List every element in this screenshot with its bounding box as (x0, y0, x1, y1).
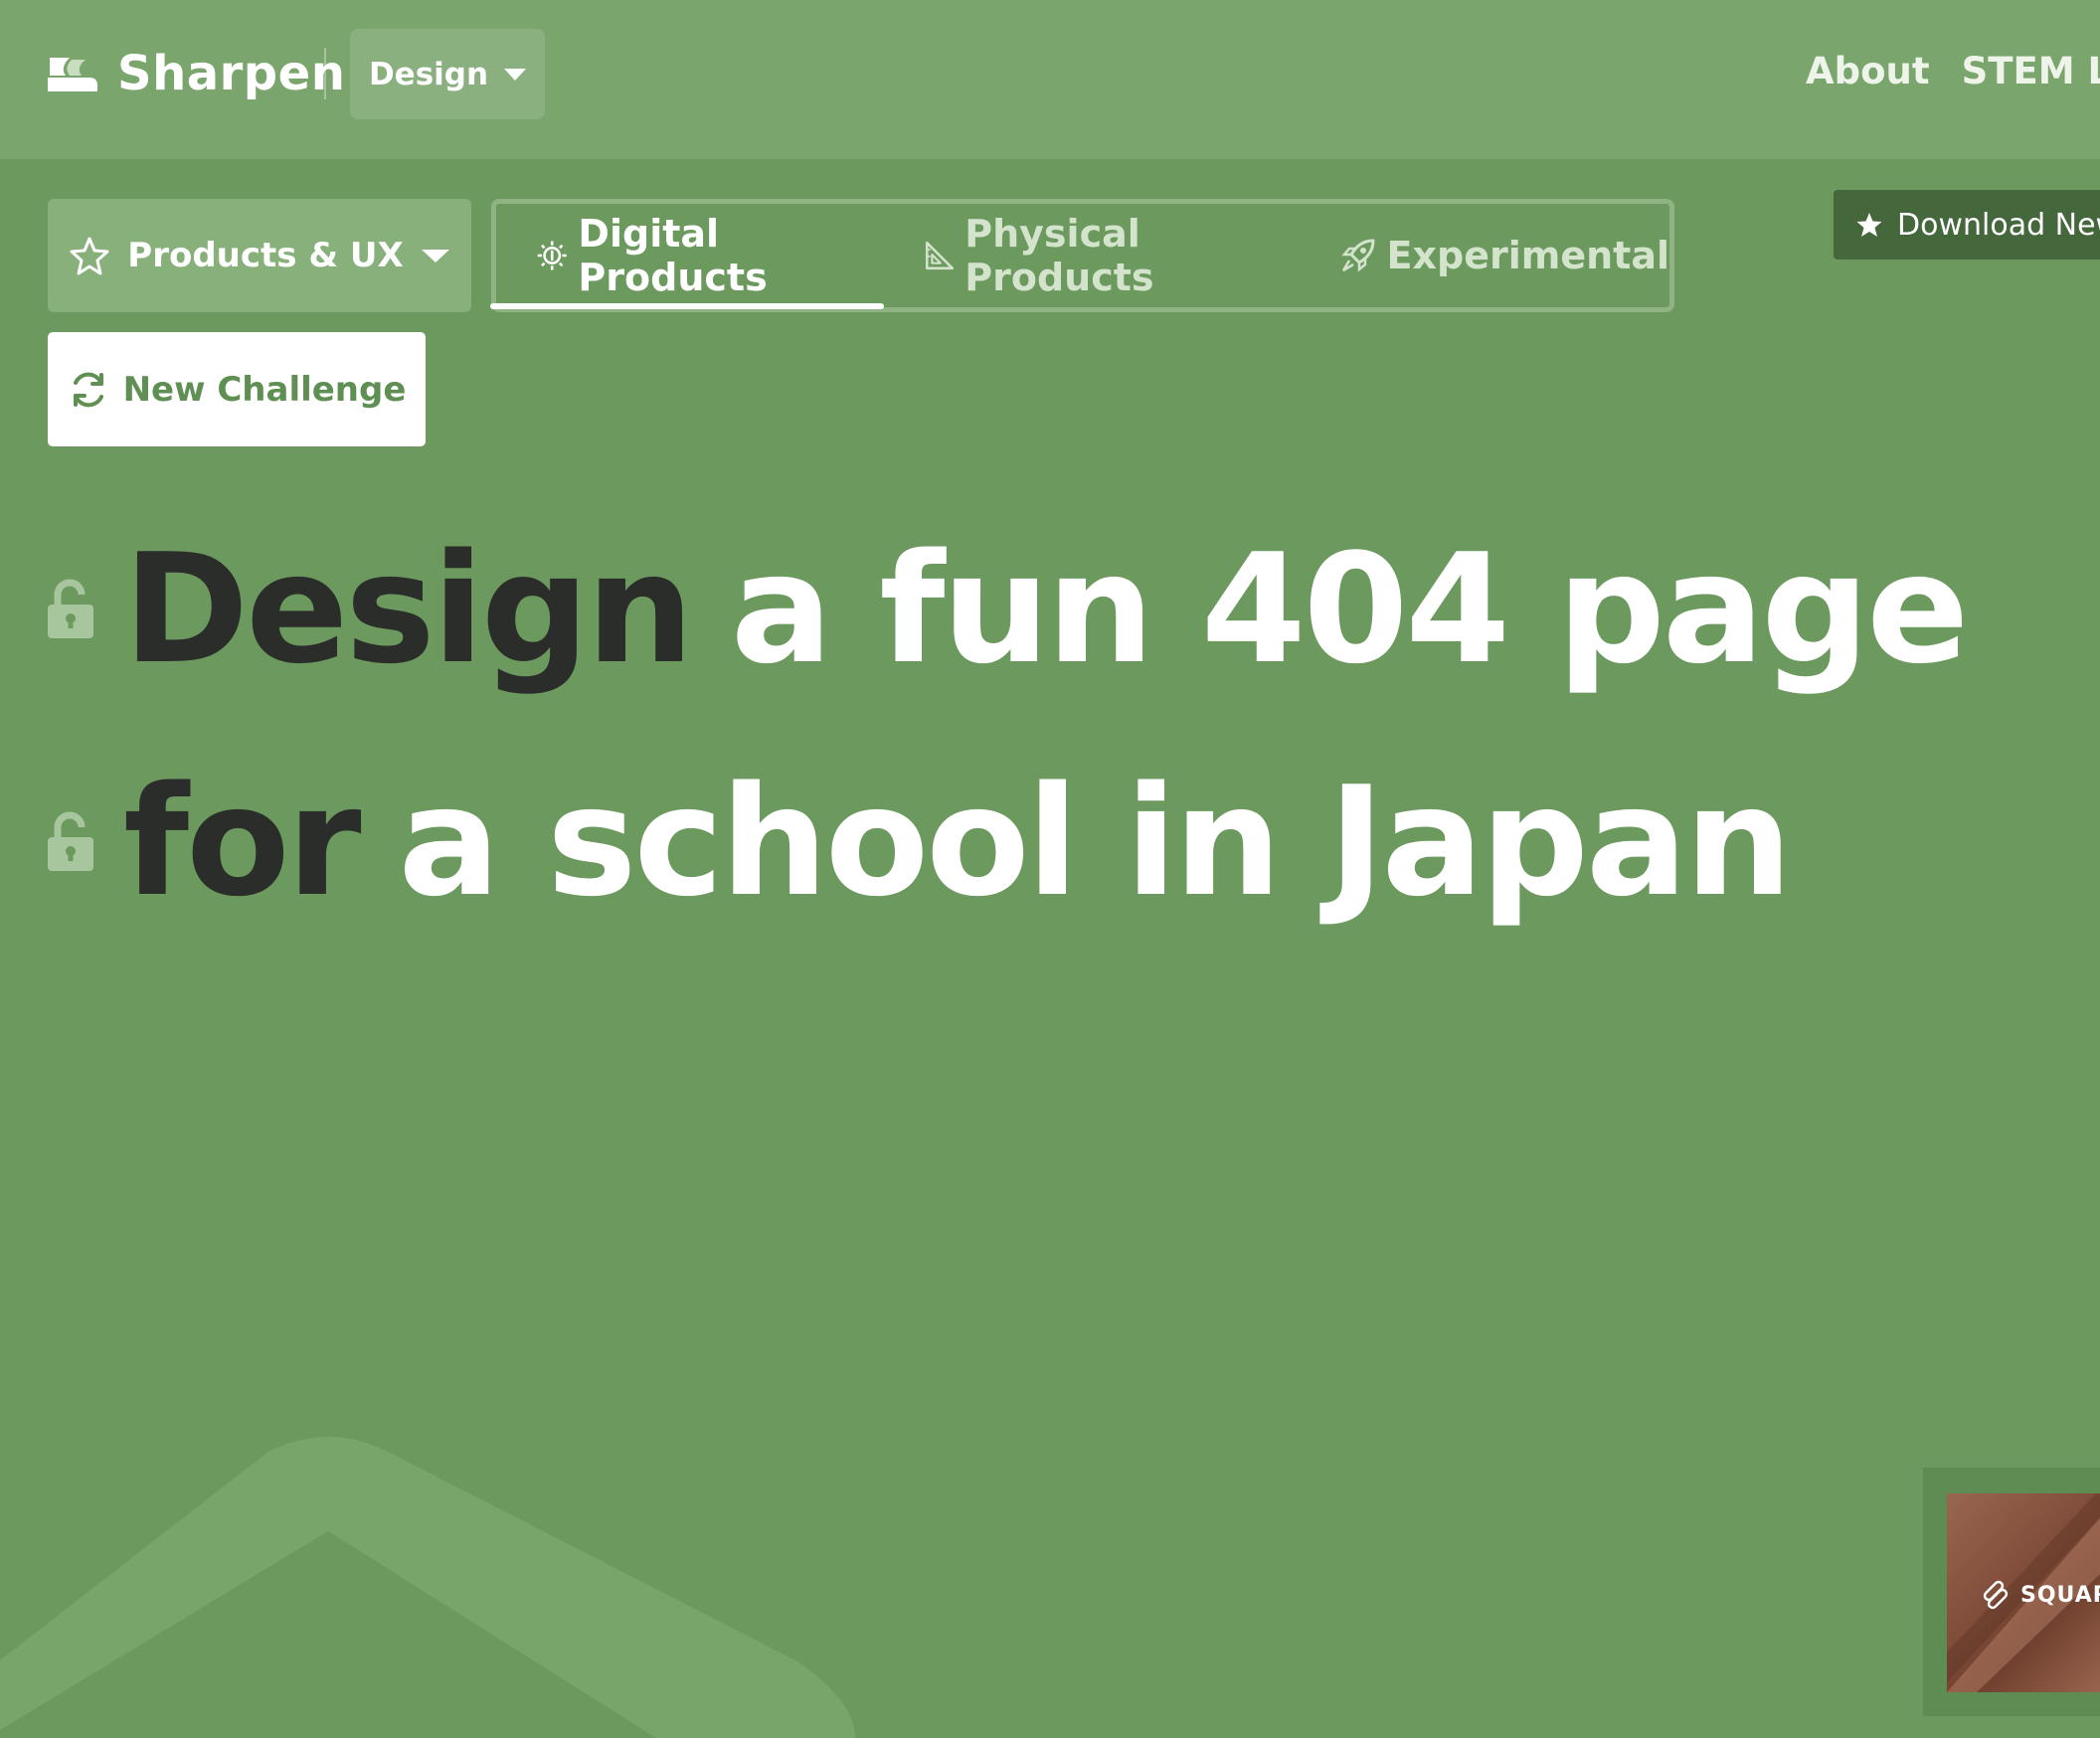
logo-divider (324, 48, 326, 99)
download-button[interactable]: Download New (1834, 190, 2100, 260)
ad-brand: SQUARE (1977, 1577, 2100, 1613)
page: Sharpen Design About STEM Les Products &… (0, 0, 2100, 1738)
top-navigation-bar: Sharpen Design About STEM Les (0, 0, 2100, 159)
unlock-icon[interactable] (48, 811, 93, 871)
tab-experimental[interactable]: Experimental (1339, 204, 1669, 307)
challenge-connector[interactable]: for (123, 754, 362, 930)
nav-links: About STEM Les (1806, 50, 2100, 92)
rocket-icon (1340, 239, 1375, 272)
challenge-subject[interactable]: a fun 404 page (731, 521, 1969, 697)
tab-physical-products[interactable]: Physical Products (923, 204, 1288, 307)
active-tab-indicator (490, 303, 884, 309)
sharpen-logo[interactable]: Sharpen (46, 40, 345, 107)
ad-card[interactable]: SQUARE (1947, 1493, 2100, 1692)
product-type-tabs: Digital Products Physical Products Exper… (490, 199, 1674, 312)
star-icon (1856, 213, 1882, 237)
challenge-line-1: Design a fun 404 page (48, 519, 1969, 698)
tab-label: Physical Products (964, 212, 1154, 299)
unlock-icon[interactable] (48, 579, 93, 638)
nav-link-about[interactable]: About (1806, 50, 1930, 92)
challenge-line-2: for a school in Japan (48, 752, 1793, 931)
star-outline-icon (70, 237, 109, 275)
subject-dropdown-label: Design (368, 56, 489, 92)
refresh-icon (73, 372, 103, 407)
set-square-icon (925, 241, 954, 270)
challenge-audience[interactable]: a school in Japan (399, 754, 1793, 930)
caret-down-icon (504, 68, 527, 81)
category-dropdown[interactable]: Products & UX (48, 199, 471, 312)
sharpen-logo-icon (48, 58, 97, 91)
cpu-chip-icon (537, 241, 567, 270)
nav-link-stem-lessons[interactable]: STEM Les (1962, 50, 2100, 92)
decorative-chevron (0, 1437, 855, 1738)
download-button-label: Download New (1897, 207, 2100, 243)
caret-down-icon (421, 249, 449, 262)
tab-label: Digital Products (578, 212, 768, 299)
tab-label: Experimental (1386, 234, 1669, 277)
new-challenge-label: New Challenge (122, 369, 407, 410)
new-challenge-button[interactable]: New Challenge (48, 332, 426, 446)
squarespace-logo-icon (1983, 1580, 2009, 1610)
ad-brand-label: SQUARE (2020, 1582, 2100, 1608)
category-dropdown-label: Products & UX (127, 236, 404, 275)
logo-text: Sharpen (117, 46, 346, 101)
tab-digital-products[interactable]: Digital Products (490, 204, 884, 309)
subject-dropdown[interactable]: Design (350, 29, 545, 119)
challenge-verb[interactable]: Design (123, 521, 694, 697)
